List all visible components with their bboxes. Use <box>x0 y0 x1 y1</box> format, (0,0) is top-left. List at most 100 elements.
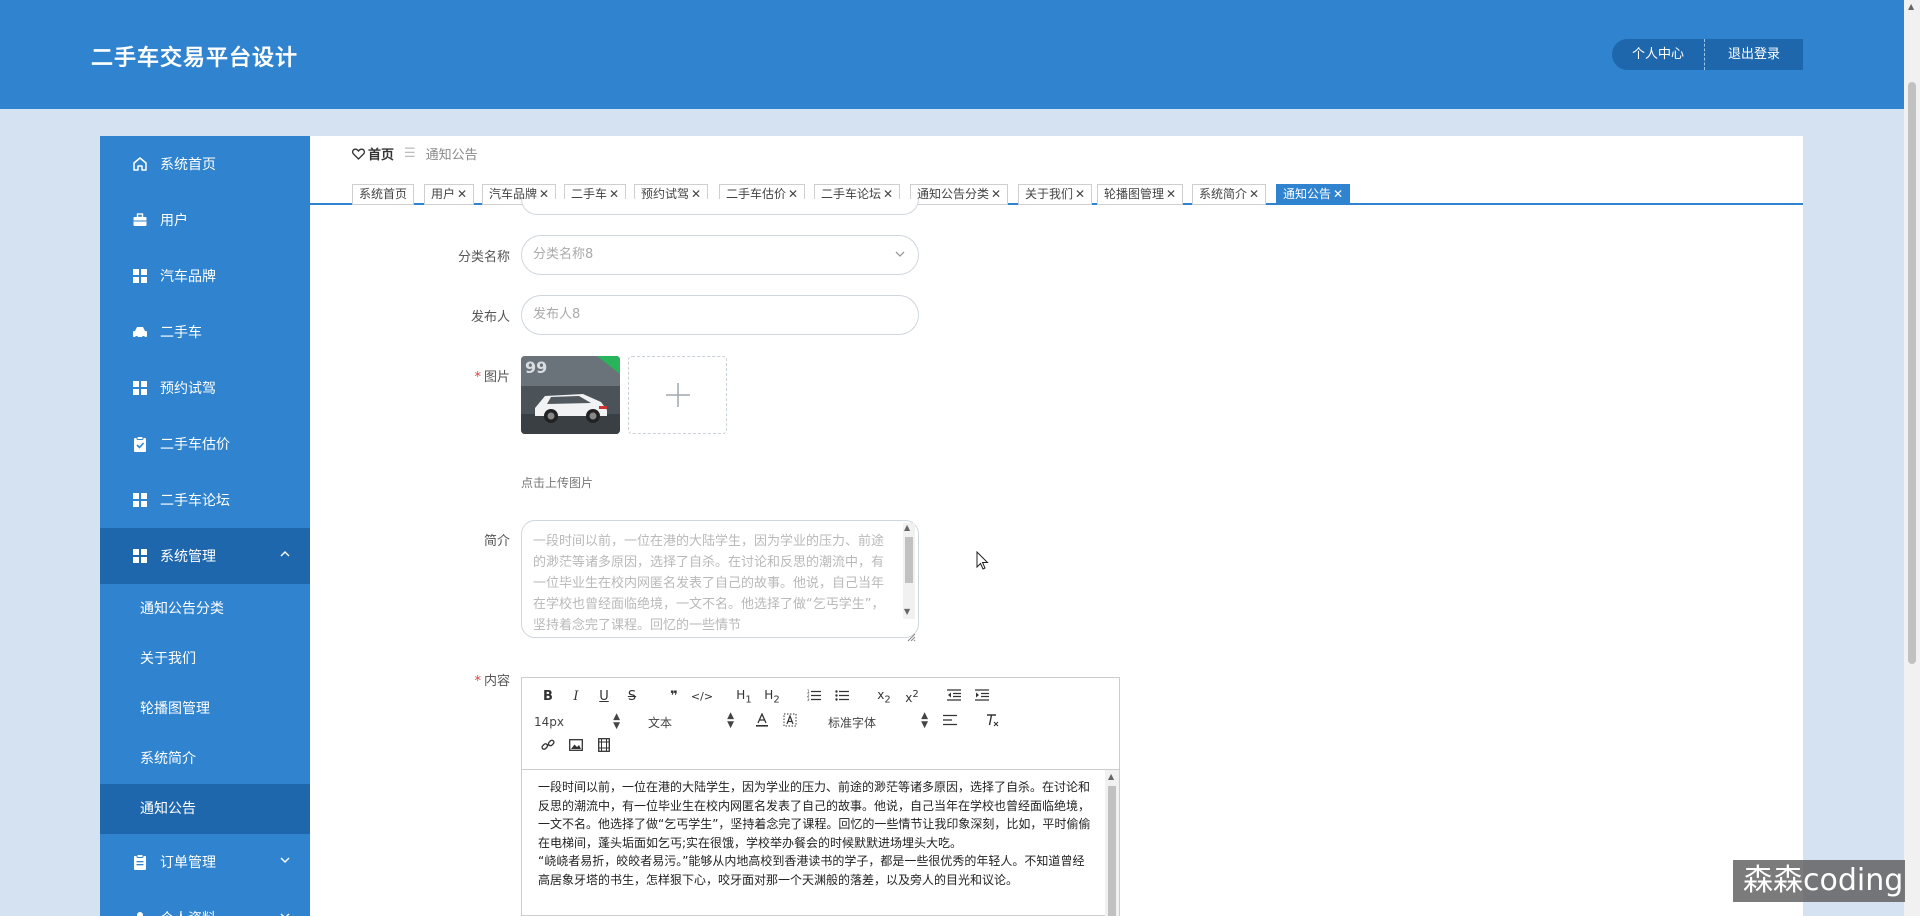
font-family-select[interactable]: 标准字体 ▲ ▼ <box>828 711 928 731</box>
close-icon[interactable]: ✕ <box>991 187 1001 201</box>
tab-label: 关于我们 <box>1025 187 1074 201</box>
tab-carousel[interactable]: 轮播图管理 ✕ <box>1097 184 1184 205</box>
sidebar-subitem-about[interactable]: 关于我们 <box>100 634 310 684</box>
sidebar-subitem-intro[interactable]: 系统简介 <box>100 734 310 784</box>
underline-icon[interactable]: U <box>590 689 618 704</box>
heading1-icon[interactable]: H1 <box>730 688 758 705</box>
sidebar-group-system[interactable]: 系统管理 <box>100 528 310 584</box>
breadcrumb-home[interactable]: 首页 <box>368 144 394 163</box>
tab-notice-category[interactable]: 通知公告分类 ✕ <box>910 184 1009 205</box>
page-scrollbar-thumb[interactable] <box>1908 82 1916 664</box>
sidebar-subitem-carousel[interactable]: 轮播图管理 <box>100 684 310 734</box>
sidebar-item-home[interactable]: 系统首页 <box>100 136 310 192</box>
chevron-down-icon <box>280 910 290 916</box>
toolbar-row-3 <box>534 738 618 756</box>
heading2-icon[interactable]: H2 <box>758 688 786 705</box>
sidebar-item-label: 系统首页 <box>160 157 216 173</box>
strikethrough-icon[interactable]: S <box>618 689 646 704</box>
intro-textarea[interactable]: 一段时间以前，一位在港的大陆学生，因为学业的压力、前途的渺茫等诸多原因，选择了自… <box>521 520 919 638</box>
header-actions: 个人中心 退出登录 <box>1612 39 1803 70</box>
sidebar-item-used-cars[interactable]: 二手车 <box>100 304 310 360</box>
code-block-icon[interactable]: </> <box>688 690 716 703</box>
editor-scrollbar-thumb[interactable] <box>1108 786 1116 916</box>
video-icon[interactable] <box>590 738 618 756</box>
svg-text:3: 3 <box>807 697 810 701</box>
uploaded-car-image[interactable]: 99 <box>521 356 620 434</box>
close-icon[interactable]: ✕ <box>457 187 467 201</box>
link-icon[interactable] <box>534 738 562 756</box>
editor-content[interactable]: 一段时间以前，一位在港的大陆学生，因为学业的压力、前途的渺茫等诸多原因，选择了自… <box>522 770 1107 916</box>
sidebar-item-car-brands[interactable]: 汽车品牌 <box>100 248 310 304</box>
sidebar-group-personal[interactable]: 个人资料 <box>100 890 310 916</box>
clipboard-icon <box>132 854 148 870</box>
toolbar-row-2: 14px ▲ ▼ 文本 ▲ ▼ 标准字体 ▲ ▼ <box>534 711 1006 731</box>
scroll-up-icon[interactable]: ▲ <box>1108 772 1114 781</box>
scroll-down-icon[interactable]: ▼ <box>904 607 910 616</box>
tab-users[interactable]: 用户 ✕ <box>424 184 475 205</box>
ordered-list-icon[interactable]: 123 <box>800 689 828 705</box>
font-color-icon[interactable] <box>748 712 776 731</box>
content-paragraph-1: 一段时间以前，一位在港的大陆学生，因为学业的压力、前途的渺茫等诸多原因，选择了自… <box>538 780 1091 850</box>
grid-icon <box>132 380 148 396</box>
close-icon[interactable]: ✕ <box>1249 187 1259 201</box>
publisher-input-placeholder: 发布人8 <box>533 307 581 322</box>
tab-label: 系统首页 <box>359 187 408 201</box>
sidebar-item-label: 用户 <box>160 213 188 229</box>
clear-format-icon[interactable] <box>978 713 1006 731</box>
intro-scrollbar-thumb[interactable] <box>905 537 913 583</box>
font-family-value: 标准字体 <box>828 715 877 730</box>
font-size-select[interactable]: 14px ▲ ▼ <box>534 713 620 731</box>
sidebar-subitem-notice[interactable]: 通知公告 <box>100 784 310 834</box>
plus-icon <box>665 383 690 407</box>
category-label-text: 分类名称 <box>457 250 510 265</box>
italic-icon[interactable]: I <box>562 689 590 704</box>
sidebar-item-users[interactable]: 用户 <box>100 192 310 248</box>
toolbar-row-1: B I U S ❞ </> H1 H2 123 x2 x2 <box>534 688 996 705</box>
grid-icon <box>132 492 148 508</box>
indent-icon[interactable] <box>968 689 996 705</box>
breadcrumb-current: 通知公告 <box>425 148 478 163</box>
grid-icon <box>132 548 148 564</box>
superscript-icon[interactable]: x2 <box>898 689 926 705</box>
logout-button[interactable]: 退出登录 <box>1705 39 1803 70</box>
close-icon[interactable]: ✕ <box>1333 187 1343 201</box>
close-icon[interactable]: ✕ <box>1075 187 1085 201</box>
sidebar-item-label: 订单管理 <box>160 855 216 871</box>
image-upload-button[interactable] <box>628 356 727 434</box>
resize-handle-icon[interactable] <box>906 627 916 646</box>
content-paragraph-2: “峣峣者易折，皎皎者易污。”能够从内地高校到香港读书的学子，都是一些很优秀的年轻… <box>538 854 1085 887</box>
svg-text:99: 99 <box>525 358 547 377</box>
sidebar-item-forum[interactable]: 二手车论坛 <box>100 472 310 528</box>
tab-notice[interactable]: 通知公告 ✕ <box>1276 184 1351 205</box>
sidebar-subitem-notice-category[interactable]: 通知公告分类 <box>100 584 310 634</box>
personal-center-button[interactable]: 个人中心 <box>1612 39 1705 70</box>
sidebar-item-test-drive[interactable]: 预约试驾 <box>100 360 310 416</box>
close-icon[interactable]: ✕ <box>1166 187 1176 201</box>
bullet-list-icon[interactable] <box>828 689 856 705</box>
category-select[interactable]: 分类名称8 <box>521 235 919 275</box>
image-icon[interactable] <box>562 739 590 755</box>
scroll-up-icon[interactable]: ▲ <box>1908 2 1914 11</box>
tab-intro[interactable]: 系统简介 ✕ <box>1192 184 1267 205</box>
publisher-input[interactable]: 发布人8 <box>521 295 919 335</box>
page-scrollbar[interactable]: ▲ <box>1904 0 1920 916</box>
home-icon <box>132 156 148 172</box>
editor-scrollbar[interactable]: ▲ <box>1105 770 1119 916</box>
sidebar-item-label: 二手车论坛 <box>160 493 230 509</box>
sidebar-group-orders[interactable]: 订单管理 <box>100 834 310 890</box>
intro-scrollbar[interactable]: ▲ ▼ <box>903 523 915 619</box>
sidebar-item-label: 预约试驾 <box>160 381 216 397</box>
blockquote-icon[interactable]: ❞ <box>660 689 688 704</box>
image-label: * 图片 <box>430 366 510 385</box>
sidebar-item-valuation[interactable]: 二手车估价 <box>100 416 310 472</box>
align-icon[interactable] <box>936 714 964 730</box>
content-label: * 内容 <box>430 670 510 689</box>
bold-icon[interactable]: B <box>534 689 562 704</box>
scroll-up-icon[interactable]: ▲ <box>904 523 910 532</box>
subscript-icon[interactable]: x2 <box>870 688 898 705</box>
outdent-icon[interactable] <box>940 689 968 705</box>
block-type-select[interactable]: 文本 ▲ ▼ <box>648 711 734 731</box>
background-color-icon[interactable] <box>776 713 804 731</box>
tab-home[interactable]: 系统首页 <box>352 184 415 205</box>
tab-about[interactable]: 关于我们 ✕ <box>1018 184 1093 205</box>
